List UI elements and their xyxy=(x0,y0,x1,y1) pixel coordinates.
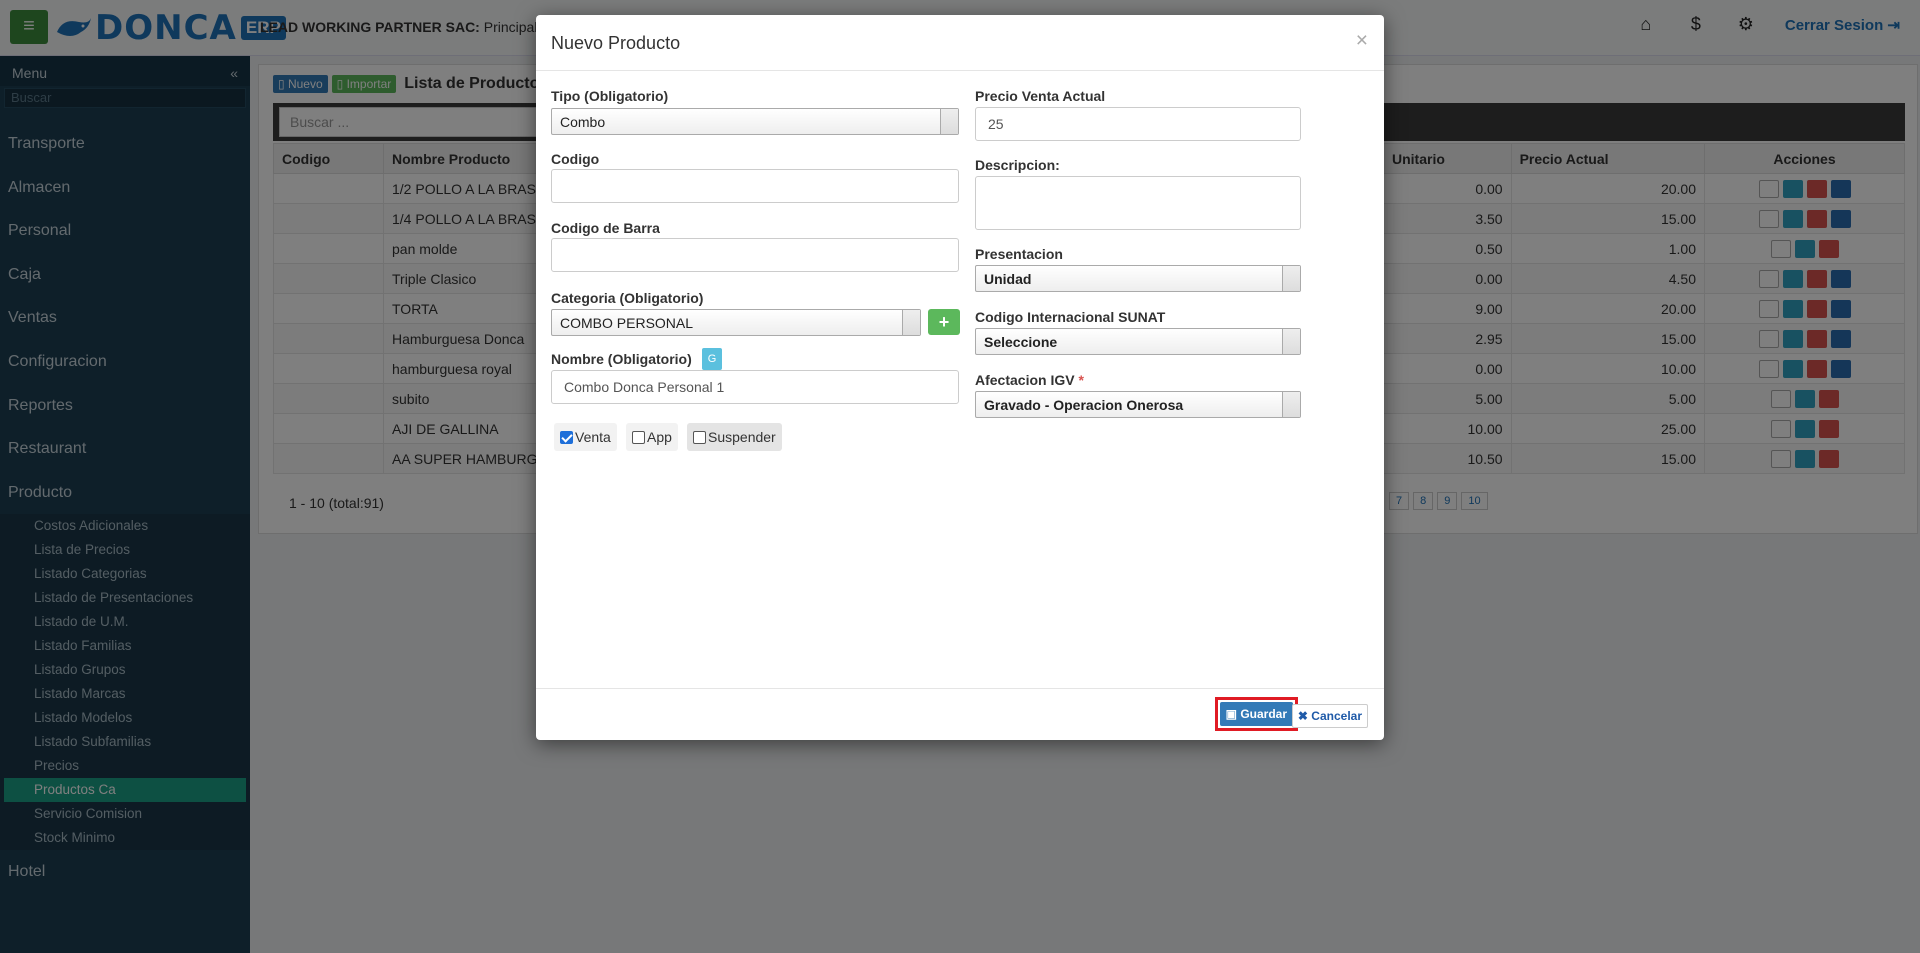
chevron-down-icon xyxy=(1282,266,1300,291)
igv-select[interactable]: Gravado - Operacion Onerosa xyxy=(975,391,1301,418)
igv-label: Afectacion IGV * xyxy=(975,372,1084,388)
tipo-label: Tipo (Obligatorio) xyxy=(551,88,669,104)
presentacion-select[interactable]: Unidad xyxy=(975,265,1301,292)
sunat-label: Codigo Internacional SUNAT xyxy=(975,309,1166,325)
new-product-modal: Nuevo Producto × Tipo (Obligatorio) Comb… xyxy=(536,15,1384,740)
add-categoria-button[interactable]: + xyxy=(928,309,960,335)
save-label: Guardar xyxy=(1240,707,1287,721)
close-icon: ✖ xyxy=(1297,709,1308,723)
save-highlight: ▣ Guardar xyxy=(1214,697,1298,731)
igv-select-value: Gravado - Operacion Onerosa xyxy=(984,397,1184,413)
cancel-label: Cancelar xyxy=(1311,709,1362,723)
checkbox-checked-icon xyxy=(560,430,573,444)
presentacion-label: Presentacion xyxy=(975,246,1063,262)
precio-venta-label: Precio Venta Actual xyxy=(975,88,1106,104)
venta-label: Venta xyxy=(575,429,611,445)
sunat-select[interactable]: Seleccione xyxy=(975,328,1301,355)
presentacion-select-value: Unidad xyxy=(984,271,1032,287)
tipo-select-value: Combo xyxy=(560,114,606,130)
modal-header: Nuevo Producto × xyxy=(536,15,1384,71)
save-button[interactable]: ▣ Guardar xyxy=(1219,702,1293,726)
suspender-label: Suspender xyxy=(708,429,776,445)
categoria-select-value: COMBO PERSONAL xyxy=(560,315,694,331)
modal-footer: ▣ Guardar ✖ Cancelar xyxy=(536,688,1384,740)
generate-name-button[interactable]: G xyxy=(702,348,722,370)
required-marker: * xyxy=(1078,372,1084,388)
precio-venta-input[interactable]: 25 xyxy=(975,107,1301,141)
modal-title: Nuevo Producto xyxy=(551,33,681,53)
tipo-select[interactable]: Combo xyxy=(551,108,959,135)
cancel-button[interactable]: ✖ Cancelar xyxy=(1291,704,1368,728)
nombre-input[interactable]: Combo Donca Personal 1 xyxy=(551,370,959,404)
codigo-barra-label: Codigo de Barra xyxy=(551,220,660,236)
codigo-label: Codigo xyxy=(551,151,600,167)
descripcion-label: Descripcion: xyxy=(975,157,1060,173)
nombre-label: Nombre (Obligatorio) xyxy=(551,351,692,367)
descripcion-textarea[interactable] xyxy=(975,176,1301,230)
checkbox-unchecked-icon xyxy=(693,430,706,444)
app-checkbox[interactable]: App xyxy=(626,423,678,451)
sunat-select-value: Seleccione xyxy=(984,334,1058,350)
chevron-down-icon xyxy=(1282,329,1300,354)
categoria-select[interactable]: COMBO PERSONAL xyxy=(551,309,921,336)
suspender-checkbox[interactable]: Suspender xyxy=(687,423,782,451)
floppy-disk-icon: ▣ xyxy=(1225,707,1237,721)
close-icon[interactable]: × xyxy=(1356,29,1368,53)
codigo-input[interactable] xyxy=(551,169,959,203)
venta-checkbox[interactable]: Venta xyxy=(554,423,617,451)
categoria-label: Categoria (Obligatorio) xyxy=(551,290,704,306)
codigo-barra-input[interactable] xyxy=(551,238,959,272)
igv-label-text: Afectacion IGV xyxy=(975,372,1075,388)
app-label: App xyxy=(647,429,672,445)
chevron-down-icon xyxy=(940,109,958,134)
chevron-down-icon xyxy=(902,310,920,335)
checkbox-unchecked-icon xyxy=(632,430,645,444)
chevron-down-icon xyxy=(1282,392,1300,417)
